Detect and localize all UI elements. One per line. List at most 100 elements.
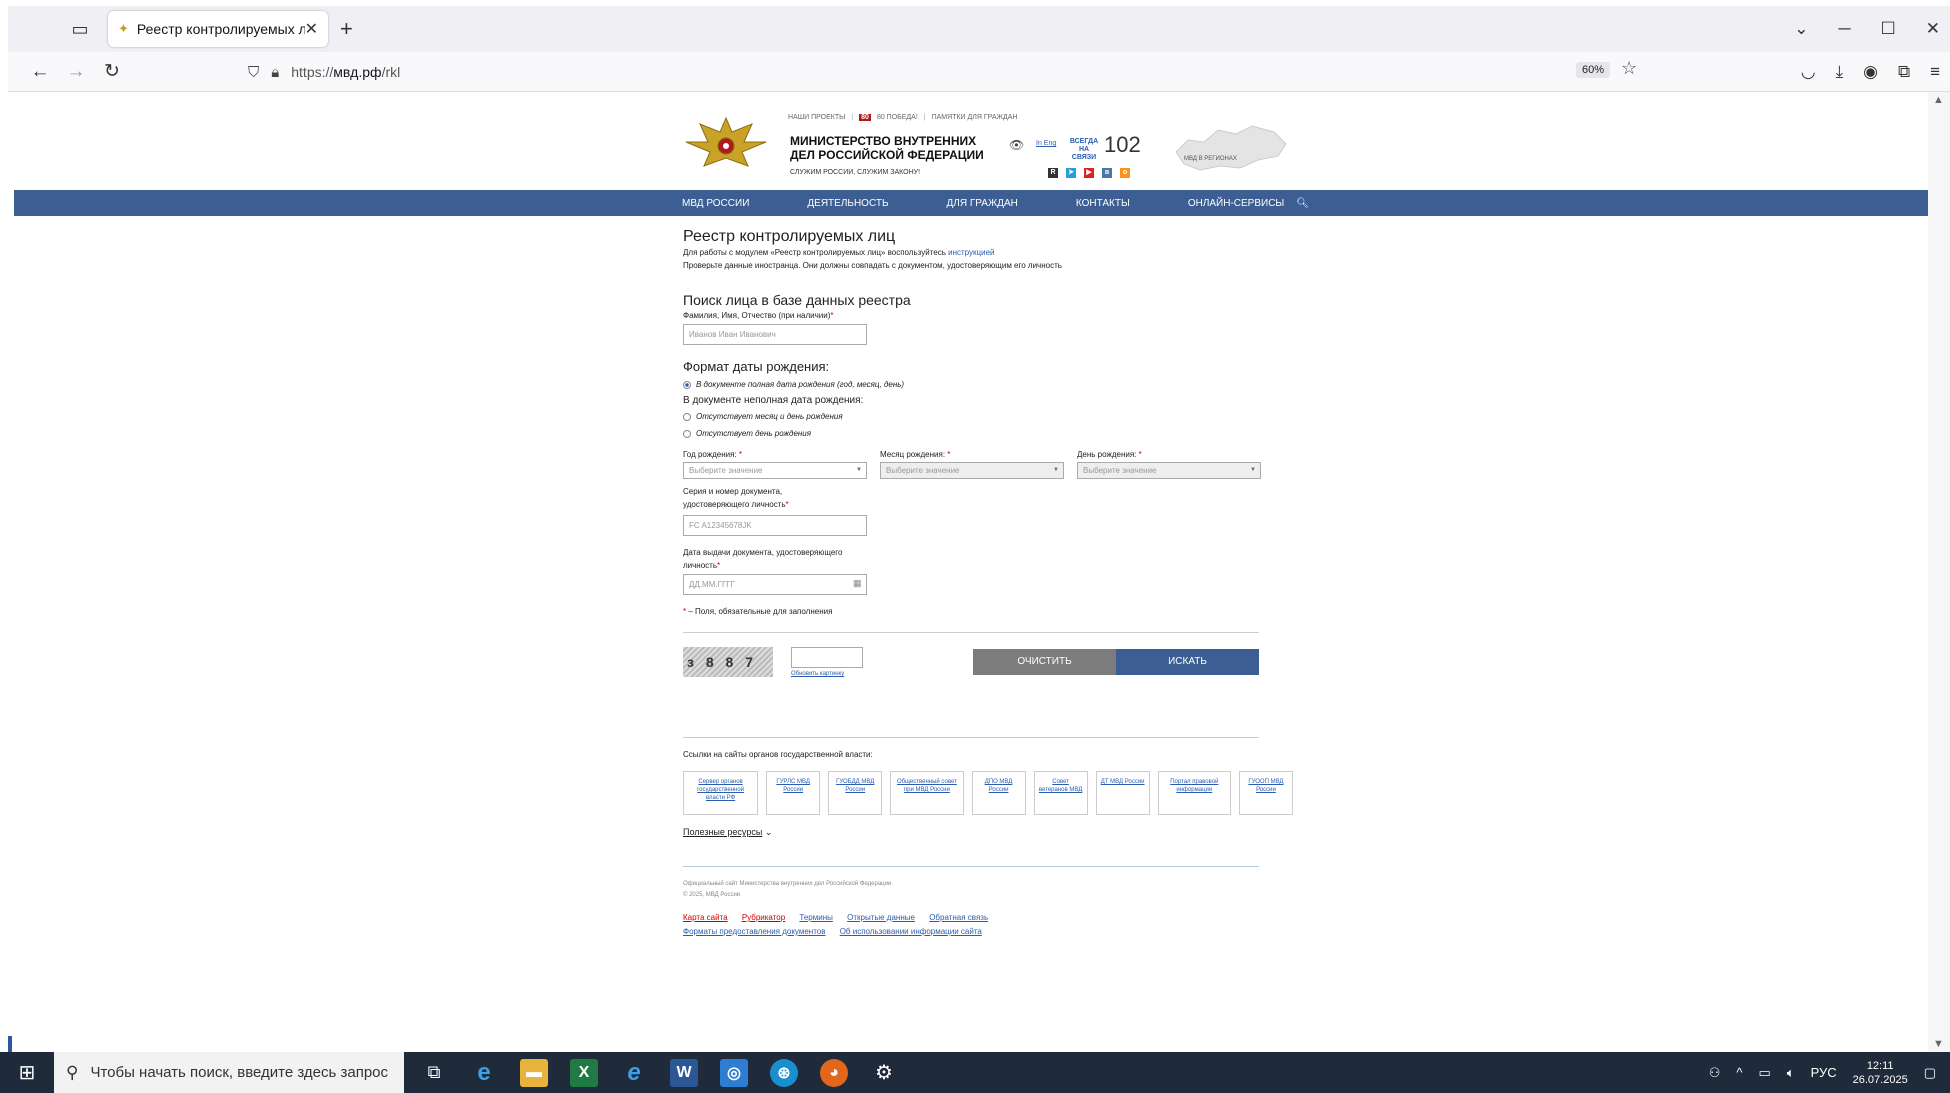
file-explorer-icon[interactable]: ▬ (520, 1058, 548, 1087)
terms-link[interactable]: Термины (799, 913, 832, 922)
scroll-up-icon[interactable]: ▲ (1933, 94, 1944, 106)
radio-full-date[interactable]: В документе полная дата рождения (год, м… (683, 380, 1293, 389)
day-select[interactable]: Выберите значение ▼ (1077, 462, 1261, 479)
calendar-icon[interactable]: ▦ (853, 578, 862, 589)
edge-icon[interactable]: e (470, 1059, 498, 1087)
forward-icon[interactable]: → (58, 61, 94, 83)
radio-unchecked-icon[interactable] (683, 429, 691, 438)
radio-checked-icon[interactable] (683, 380, 691, 389)
ok-icon[interactable]: о (1120, 168, 1130, 178)
back-icon[interactable]: ← (22, 61, 58, 83)
firefox-icon[interactable]: ◕ (820, 1058, 848, 1087)
scroll-down-icon[interactable]: ▼ (1933, 1038, 1944, 1050)
gov-link-dt[interactable]: ДТ МВД России (1095, 771, 1150, 815)
feedback-link[interactable]: Обратная связь (929, 913, 988, 922)
lock-icon[interactable]: 🔒︎ (271, 64, 279, 81)
close-window-icon[interactable]: ✕ (1926, 19, 1940, 39)
eagle-emblem-icon[interactable] (682, 114, 770, 176)
useful-resources-toggle[interactable]: Полезные ресурсы ⌄ (683, 827, 1293, 838)
menu-item-contacts[interactable]: КОНТАКТЫ (1076, 198, 1130, 209)
sitemap-link[interactable]: Карта сайта (683, 913, 728, 922)
gov-link-server[interactable]: Сервер органов государственной власти РФ (683, 771, 759, 815)
close-tab-icon[interactable]: ✕ (305, 19, 318, 39)
org-name[interactable]: МИНИСТЕРСТВО ВНУТРЕННИХ ДЕЛ РОССИЙСКОЙ Ф… (790, 134, 1000, 162)
app-icon[interactable]: ◎ (720, 1058, 748, 1087)
memos-link[interactable]: ПАМЯТКИ ДЛЯ ГРАЖДАН (932, 114, 1018, 121)
gov-link-public-council[interactable]: Общественный совет при МВД России (890, 771, 964, 815)
bookmark-star-icon[interactable]: ☆ (1621, 58, 1637, 79)
menu-icon[interactable]: ≡ (1930, 62, 1940, 82)
minimize-icon[interactable]: ─ (1838, 19, 1850, 39)
search-button[interactable]: ИСКАТЬ (1116, 649, 1259, 675)
victory-link[interactable]: 80 ПОБЕДА! (877, 114, 918, 121)
regions-label[interactable]: МВД В РЕГИОНАХ (1184, 156, 1237, 162)
youtube-icon[interactable]: ▶ (1084, 168, 1094, 178)
search-icon[interactable]: 🔍︎ (1296, 198, 1309, 209)
refresh-captcha-link[interactable]: Обновить картинку (791, 671, 844, 677)
windows-start-icon[interactable]: ⊞ (0, 1060, 54, 1085)
gov-link-gurls[interactable]: ГУРЛС МВД России (766, 771, 821, 815)
excel-icon[interactable]: X (570, 1058, 598, 1087)
rubricator-link[interactable]: Рубрикатор (742, 913, 785, 922)
gov-link-legal-portal[interactable]: Портал правовой информации (1157, 771, 1231, 815)
people-icon[interactable]: ⚇ (1709, 1065, 1721, 1081)
network-app-icon[interactable]: ⊛ (770, 1058, 798, 1087)
tray-chevron-icon[interactable]: ^ (1736, 1065, 1742, 1080)
menu-item-mvd[interactable]: МВД РОССИИ (682, 198, 749, 209)
menu-item-citizens[interactable]: ДЛЯ ГРАЖДАН (947, 198, 1018, 209)
issue-date-input[interactable]: ДД.ММ.ГГГГ (683, 574, 867, 595)
gov-link-guobdd[interactable]: ГУОБДД МВД России (828, 771, 883, 815)
notifications-icon[interactable]: ▢ (1924, 1065, 1936, 1081)
rutube-icon[interactable]: R (1048, 168, 1058, 178)
active-tab[interactable]: ✦ Реестр контролируемых лиц ✕ (108, 11, 328, 47)
zoom-indicator[interactable]: 60% (1576, 62, 1611, 78)
radio-unchecked-icon[interactable] (683, 412, 691, 421)
fio-input[interactable]: Иванов Иван Иванович (683, 324, 867, 345)
usage-link[interactable]: Об использовании информации сайта (840, 927, 982, 936)
clock[interactable]: 12:11 26.07.2025 (1853, 1059, 1908, 1087)
tab-overflow-icon[interactable]: ⌄ (1794, 19, 1808, 39)
address-bar[interactable]: ⛉ 🔒︎ https://мвд.рф/rkl (248, 57, 1638, 87)
vk-icon[interactable]: в (1102, 168, 1112, 178)
captcha-input[interactable] (791, 647, 863, 668)
shield-icon[interactable]: ⛉ (248, 64, 259, 81)
pocket-icon[interactable]: ◡ (1801, 62, 1816, 82)
maximize-icon[interactable]: ☐ (1881, 19, 1896, 39)
taskbar-search[interactable]: ⚲ Чтобы начать поиск, введите здесь запр… (54, 1052, 404, 1093)
settings-gear-icon[interactable]: ⚙ (870, 1059, 898, 1087)
formats-link[interactable]: Форматы предоставления документов (683, 927, 825, 936)
year-select[interactable]: Выберите значение ▼ (683, 462, 867, 479)
radio-no-month-day[interactable]: Отсутствует месяц и день рождения (683, 412, 1293, 421)
gov-link-dpo[interactable]: ДПО МВД России (971, 771, 1026, 815)
internet-explorer-icon[interactable]: e (620, 1059, 648, 1087)
download-icon[interactable]: ⤓ (1836, 62, 1844, 82)
russia-map-icon[interactable] (1170, 118, 1290, 178)
radio-no-day[interactable]: Отсутствует день рождения (683, 429, 1293, 438)
word-icon[interactable]: W (670, 1058, 698, 1087)
doc-number-input[interactable]: FC A12345678JK (683, 515, 867, 536)
menu-item-activity[interactable]: ДЕЯТЕЛЬНОСТЬ (807, 198, 888, 209)
page-scrollbar[interactable]: ▲ ▼ (1928, 92, 1950, 1052)
clear-button[interactable]: ОЧИСТИТЬ (973, 649, 1116, 675)
menu-item-online[interactable]: ОНЛАЙН-СЕРВИСЫ (1188, 198, 1284, 209)
partial-date-title: В документе неполная дата рождения: (683, 395, 864, 406)
reload-icon[interactable]: ↻ (94, 60, 130, 83)
english-version-link[interactable]: In Eng (1036, 140, 1056, 147)
volume-icon[interactable]: 🔈︎ (1787, 1065, 1795, 1081)
windows-taskbar: ⊞ ⚲ Чтобы начать поиск, введите здесь за… (0, 1052, 1950, 1093)
telegram-icon[interactable]: ➤ (1066, 168, 1076, 178)
our-projects-link[interactable]: НАШИ ПРОЕКТЫ (788, 114, 845, 121)
accessibility-eye-icon[interactable]: 👁︎ (1009, 138, 1024, 152)
task-view-icon[interactable]: ⧉ (420, 1059, 448, 1087)
extensions-icon[interactable]: ⧉ (1898, 62, 1910, 82)
account-icon[interactable]: ◉ (1863, 62, 1878, 82)
gov-link-guoop[interactable]: ГУООП МВД России (1238, 771, 1293, 815)
gov-link-veterans[interactable]: Совет ветеранов МВД (1033, 771, 1088, 815)
month-select[interactable]: Выберите значение ▼ (880, 462, 1064, 479)
language-indicator[interactable]: РУС (1811, 1065, 1837, 1080)
network-icon[interactable]: ▭ (1758, 1065, 1770, 1081)
instruction-link[interactable]: инструкцией (948, 248, 994, 257)
tab-list-icon[interactable]: ▭ (60, 12, 100, 46)
new-tab-icon[interactable]: + (340, 16, 353, 42)
open-data-link[interactable]: Открытые данные (847, 913, 915, 922)
